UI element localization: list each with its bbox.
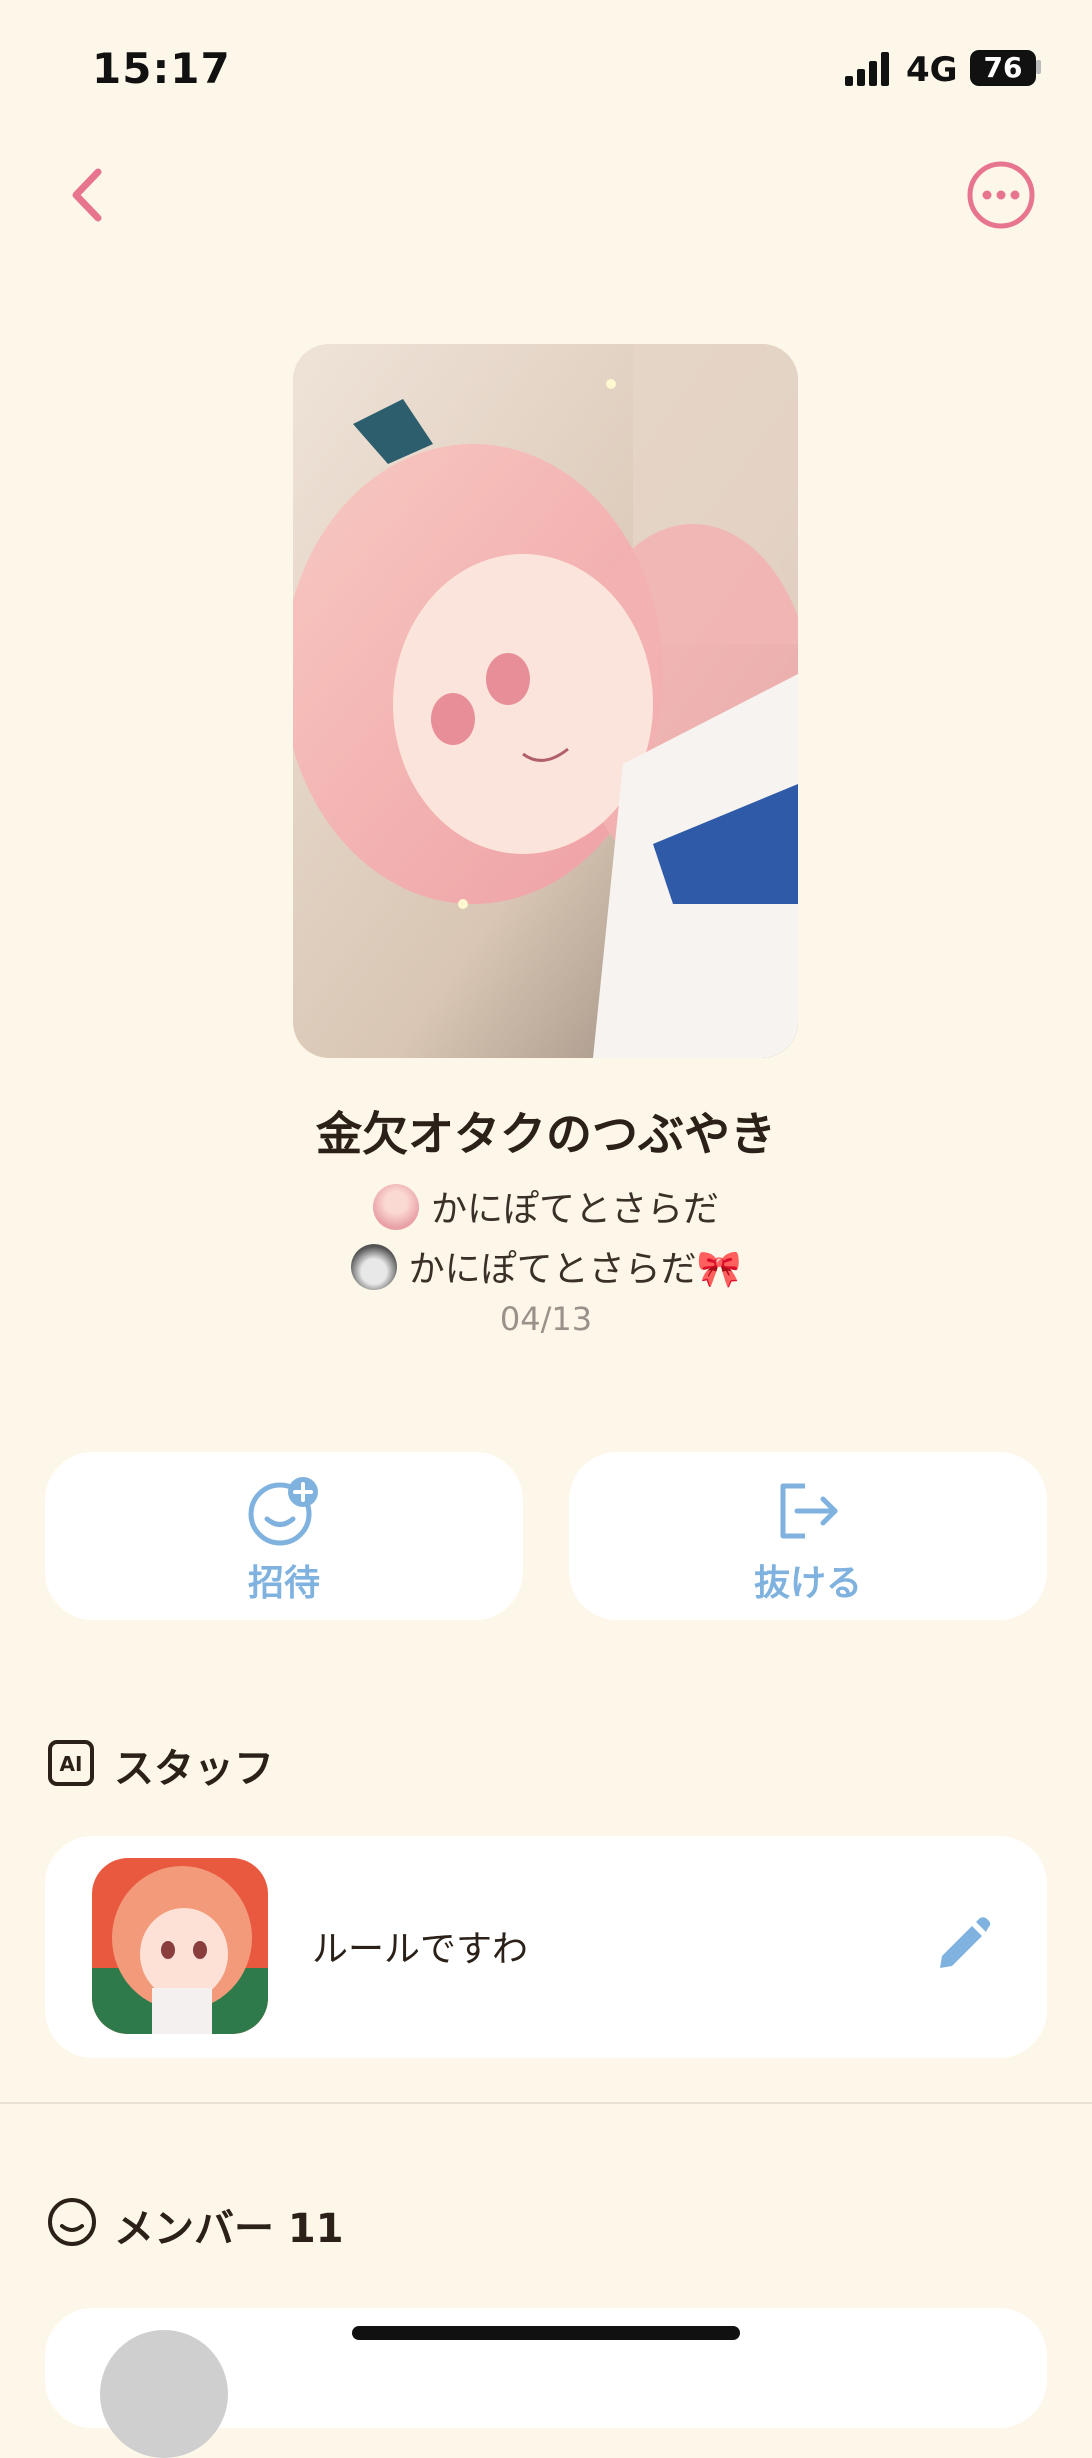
smiley-icon xyxy=(48,2198,96,2246)
owner-avatar xyxy=(350,1244,397,1290)
member-avatar xyxy=(100,2330,228,2458)
network-type: 4G xyxy=(906,50,958,90)
more-options-button[interactable] xyxy=(966,160,1036,230)
invite-label: 招待 xyxy=(247,1563,320,1604)
group-cover-image xyxy=(293,344,798,1058)
owner-avatar xyxy=(372,1184,419,1230)
signal-icon xyxy=(845,52,889,86)
invite-button[interactable]: 招待 xyxy=(45,1452,523,1620)
group-date: 04/13 xyxy=(499,1300,593,1338)
owner-name: かにぽてとさらだ🎀 xyxy=(408,1249,742,1290)
back-button[interactable] xyxy=(60,160,120,230)
group-title: 金欠オタクのつぶやき xyxy=(316,1107,776,1161)
owner-row[interactable]: かにぽてとさらだ xyxy=(0,1180,1092,1234)
staff-section-title: スタッフ xyxy=(114,1746,274,1792)
home-indicator xyxy=(352,2326,740,2340)
members-section-title: メンバー 11 xyxy=(114,2206,344,2252)
ai-badge-text: AI xyxy=(60,1752,83,1776)
edit-pencil-icon[interactable] xyxy=(932,1912,994,1974)
leave-button[interactable]: 抜ける xyxy=(569,1452,1047,1620)
status-time: 15:17 xyxy=(92,44,231,93)
leave-label: 抜ける xyxy=(753,1563,862,1604)
section-divider xyxy=(0,2102,1092,2104)
battery-tip xyxy=(1036,60,1041,74)
staff-avatar xyxy=(92,1858,268,2034)
staff-name: ルールですわ xyxy=(312,1929,529,1970)
owner-row[interactable]: かにぽてとさらだ🎀 xyxy=(0,1240,1092,1294)
exit-icon xyxy=(780,1483,838,1539)
battery-indicator: 76 xyxy=(970,50,1036,86)
add-user-icon xyxy=(248,1477,318,1546)
ai-badge-icon: AI xyxy=(48,1740,94,1786)
owner-name: かにぽてとさらだ xyxy=(430,1189,719,1230)
